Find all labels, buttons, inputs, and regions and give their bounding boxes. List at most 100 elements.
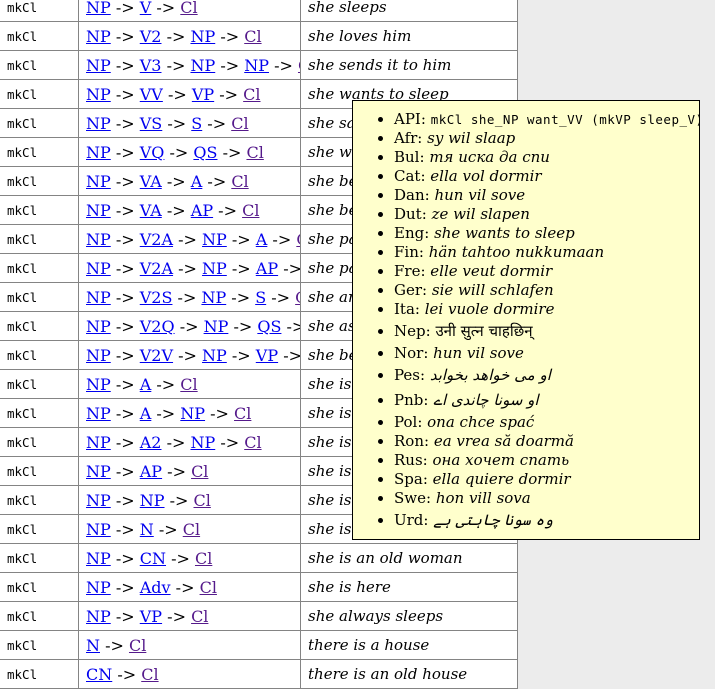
category-link-cl[interactable]: Cl (191, 607, 208, 626)
table-row: mkCl CN -> Cl there is an old house (0, 660, 518, 689)
category-link-va[interactable]: VA (140, 172, 162, 191)
category-link-va[interactable]: VA (140, 201, 162, 220)
category-link-np[interactable]: NP (202, 346, 227, 365)
category-link-vp[interactable]: VP (256, 346, 278, 365)
category-link-np[interactable]: NP (86, 201, 111, 220)
category-link-cl[interactable]: Cl (243, 85, 260, 104)
category-link-vs[interactable]: VS (140, 114, 163, 133)
category-link-np[interactable]: NP (86, 114, 111, 133)
category-link-cl[interactable]: Cl (195, 549, 212, 568)
category-link-v2a[interactable]: V2A (140, 259, 173, 278)
category-link-ap[interactable]: AP (256, 259, 278, 278)
category-link-a[interactable]: A (256, 230, 268, 249)
category-link-cl[interactable]: Cl (231, 114, 248, 133)
type-signature-cell: NP -> V2S -> NP -> S -> Cl (79, 283, 301, 312)
category-link-np[interactable]: NP (86, 259, 111, 278)
category-link-qs[interactable]: QS (257, 317, 281, 336)
category-link-cl[interactable]: Cl (295, 288, 300, 307)
category-link-np[interactable]: NP (140, 491, 165, 510)
category-link-v2a[interactable]: V2A (140, 230, 173, 249)
category-link-cl[interactable]: Cl (244, 27, 261, 46)
category-link-v2q[interactable]: V2Q (140, 317, 175, 336)
category-link-ap[interactable]: AP (140, 462, 162, 481)
arrow-separator: -> (278, 259, 300, 278)
category-link-np[interactable]: NP (86, 462, 111, 481)
arrow-separator: -> (111, 230, 140, 249)
category-link-np[interactable]: NP (180, 404, 205, 423)
category-link-np[interactable]: NP (86, 520, 111, 539)
category-link-cl[interactable]: Cl (246, 143, 263, 162)
category-link-cn[interactable]: CN (86, 665, 112, 684)
language-label: Fre: (394, 262, 426, 280)
category-link-np[interactable]: NP (190, 56, 215, 75)
category-link-cl[interactable]: Cl (296, 230, 300, 249)
category-link-cl[interactable]: Cl (180, 375, 197, 394)
category-link-cl[interactable]: Cl (141, 665, 158, 684)
category-link-cl[interactable]: Cl (242, 201, 259, 220)
category-link-v2[interactable]: V2 (140, 27, 162, 46)
category-link-np[interactable]: NP (86, 143, 111, 162)
category-link-cl[interactable]: Cl (194, 491, 211, 510)
category-link-a2[interactable]: A2 (140, 433, 162, 452)
category-link-v[interactable]: V (140, 0, 152, 17)
language-label: Bul: (394, 148, 425, 166)
category-link-n[interactable]: N (140, 520, 154, 539)
category-link-np[interactable]: NP (86, 288, 111, 307)
category-link-np[interactable]: NP (86, 56, 111, 75)
category-link-cl[interactable]: Cl (129, 636, 146, 655)
arrow-separator: -> (215, 27, 244, 46)
category-link-cl[interactable]: Cl (231, 172, 248, 191)
category-link-a[interactable]: A (140, 404, 152, 423)
category-link-a[interactable]: A (140, 375, 152, 394)
category-link-np[interactable]: NP (86, 404, 111, 423)
category-link-s[interactable]: S (255, 288, 266, 307)
type-signature-cell: NP -> VA -> A -> Cl (79, 167, 301, 196)
category-link-np[interactable]: NP (86, 375, 111, 394)
category-link-vq[interactable]: VQ (140, 143, 165, 162)
category-link-cl[interactable]: Cl (244, 433, 261, 452)
category-link-n[interactable]: N (86, 636, 100, 655)
category-link-cl[interactable]: Cl (200, 578, 217, 597)
category-link-np[interactable]: NP (86, 607, 111, 626)
category-link-qs[interactable]: QS (193, 143, 217, 162)
category-link-a[interactable]: A (191, 172, 203, 191)
category-link-s[interactable]: S (191, 114, 202, 133)
category-link-vv[interactable]: VV (140, 85, 163, 104)
category-link-cn[interactable]: CN (140, 549, 166, 568)
category-link-np[interactable]: NP (86, 549, 111, 568)
function-name-cell: mkCl (0, 283, 79, 312)
category-link-v3[interactable]: V3 (140, 56, 162, 75)
category-link-np[interactable]: NP (86, 0, 111, 17)
category-link-np[interactable]: NP (86, 317, 111, 336)
category-link-v2v[interactable]: V2V (140, 346, 173, 365)
category-link-np[interactable]: NP (86, 433, 111, 452)
category-link-adv[interactable]: Adv (140, 578, 171, 597)
category-link-np[interactable]: NP (86, 230, 111, 249)
category-link-np[interactable]: NP (190, 433, 215, 452)
category-link-np[interactable]: NP (190, 27, 215, 46)
function-name-cell: mkCl (0, 138, 79, 167)
example-sentence-cell: she sends it to him (301, 51, 518, 80)
category-link-np[interactable]: NP (204, 317, 229, 336)
category-link-cl[interactable]: Cl (180, 0, 197, 17)
type-signature-cell: NP -> V2 -> NP -> Cl (79, 22, 301, 51)
arrow-separator: -> (111, 85, 140, 104)
category-link-np[interactable]: NP (86, 27, 111, 46)
category-link-ap[interactable]: AP (191, 201, 213, 220)
translation-text: ella quiere dormir (433, 470, 571, 488)
category-link-vp[interactable]: VP (192, 85, 214, 104)
category-link-cl[interactable]: Cl (234, 404, 251, 423)
category-link-v2s[interactable]: V2S (140, 288, 173, 307)
category-link-np[interactable]: NP (86, 578, 111, 597)
category-link-np[interactable]: NP (86, 85, 111, 104)
category-link-np[interactable]: NP (244, 56, 269, 75)
category-link-np[interactable]: NP (86, 172, 111, 191)
category-link-np[interactable]: NP (202, 230, 227, 249)
category-link-vp[interactable]: VP (140, 607, 162, 626)
category-link-cl[interactable]: Cl (191, 462, 208, 481)
category-link-np[interactable]: NP (86, 346, 111, 365)
category-link-cl[interactable]: Cl (183, 520, 200, 539)
category-link-np[interactable]: NP (86, 491, 111, 510)
category-link-np[interactable]: NP (202, 259, 227, 278)
category-link-np[interactable]: NP (201, 288, 226, 307)
